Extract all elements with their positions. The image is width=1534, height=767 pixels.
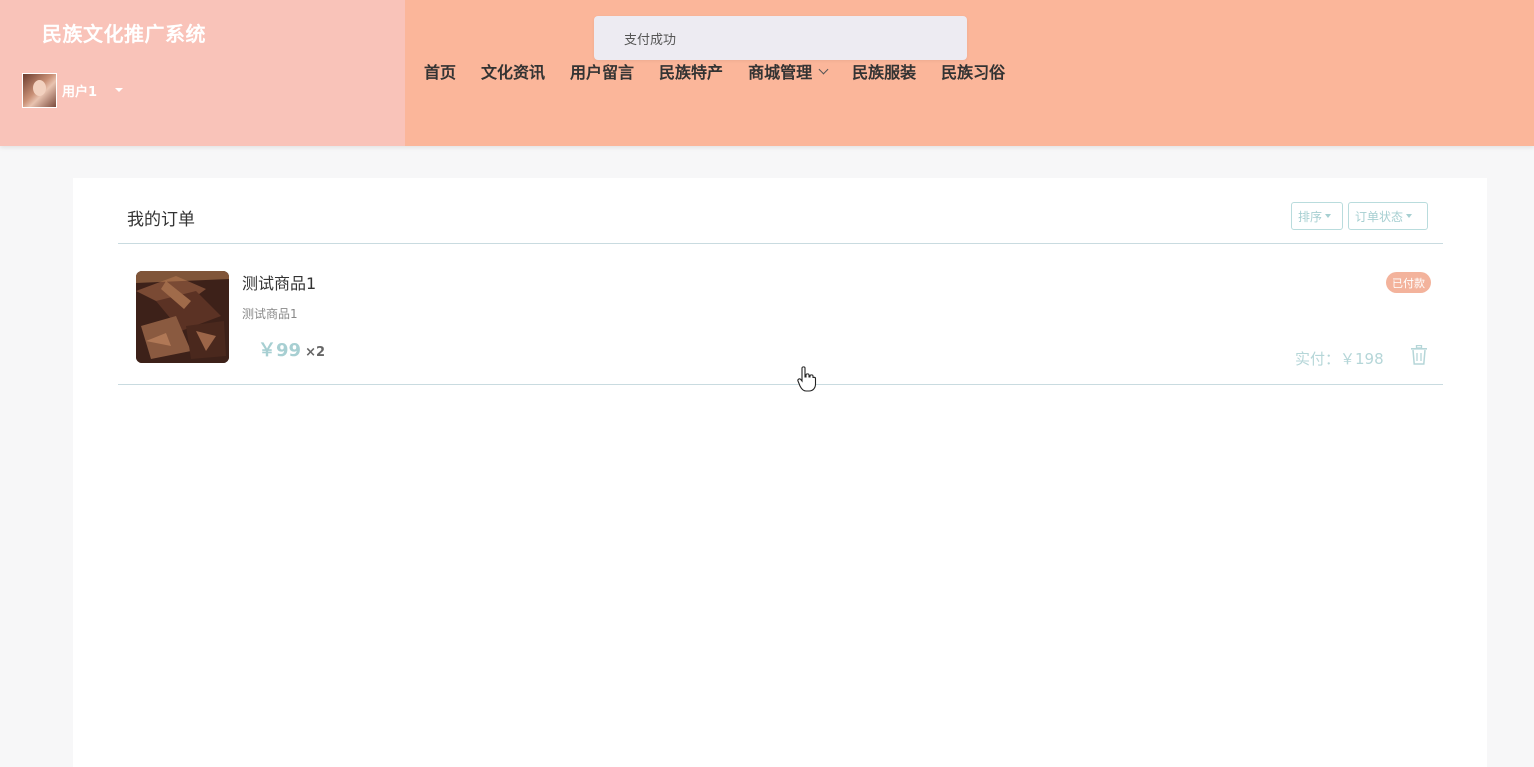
quantity: ×2 — [305, 345, 326, 360]
caret-down-icon[interactable] — [115, 88, 124, 92]
brand-panel: 民族文化推广系统 用户1 — [0, 0, 405, 146]
site-title: 民族文化推广系统 — [42, 22, 206, 46]
order-item: 测试商品1 测试商品1 ￥99 ×2 已付款 实付：￥198 — [118, 244, 1443, 385]
nav-label[interactable]: 文化资讯 — [481, 59, 545, 83]
caret-down-icon[interactable] — [1406, 214, 1413, 218]
avatar[interactable] — [22, 72, 57, 108]
toast-message: 支付成功 — [624, 32, 677, 48]
caret-down-icon[interactable] — [1325, 214, 1332, 218]
success-toast: 支付成功 — [594, 16, 967, 60]
nav-item-mall-management[interactable]: 商城管理 — [748, 59, 829, 83]
price-line: ￥99 ×2 — [258, 336, 325, 362]
trash-icon[interactable] — [1410, 345, 1428, 365]
sort-dropdown[interactable]: 排序 — [1291, 202, 1343, 230]
product-description: 测试商品1 — [242, 307, 298, 321]
product-name[interactable]: 测试商品1 — [242, 270, 316, 294]
nav-item-home[interactable]: 首页 — [424, 59, 456, 83]
product-image[interactable] — [136, 271, 229, 363]
unit-price: ￥99 — [258, 340, 302, 361]
nav-item-culture-news[interactable]: 文化资讯 — [481, 59, 545, 83]
nav-label[interactable]: 民族特产 — [659, 59, 723, 83]
nav-label[interactable]: 民族习俗 — [941, 59, 1005, 83]
nav-label[interactable]: 用户留言 — [570, 59, 634, 83]
orders-card: 我的订单 排序 订单状态 测试商品1 测试商品1 ￥99 ×2 已付款 实付：￥… — [73, 178, 1487, 767]
paid-total: 实付：￥198 — [1295, 350, 1384, 368]
chevron-down-icon[interactable] — [818, 64, 829, 74]
nav-item-customs[interactable]: 民族习俗 — [941, 59, 1005, 83]
nav-item-specialties[interactable]: 民族特产 — [659, 59, 723, 83]
product-photo — [136, 271, 229, 363]
sort-label[interactable]: 排序 — [1298, 208, 1322, 225]
nav-label[interactable]: 民族服装 — [852, 59, 916, 83]
main-nav: 首页 文化资讯 用户留言 民族特产 商城管理 民族服装 民族习俗 — [424, 60, 1030, 82]
nav-label[interactable]: 商城管理 — [748, 59, 812, 83]
status-badge: 已付款 — [1386, 272, 1431, 293]
nav-item-costumes[interactable]: 民族服装 — [852, 59, 916, 83]
user-name[interactable]: 用户1 — [62, 81, 97, 100]
nav-item-messages[interactable]: 用户留言 — [570, 59, 634, 83]
nav-label[interactable]: 首页 — [424, 59, 456, 83]
page-title: 我的订单 — [127, 210, 195, 230]
orders-header: 我的订单 排序 订单状态 — [118, 178, 1443, 244]
order-status-dropdown[interactable]: 订单状态 — [1348, 202, 1428, 230]
hand-cursor-icon — [797, 366, 817, 392]
order-status-label[interactable]: 订单状态 — [1355, 208, 1403, 225]
user-menu[interactable]: 用户1 — [22, 72, 124, 108]
